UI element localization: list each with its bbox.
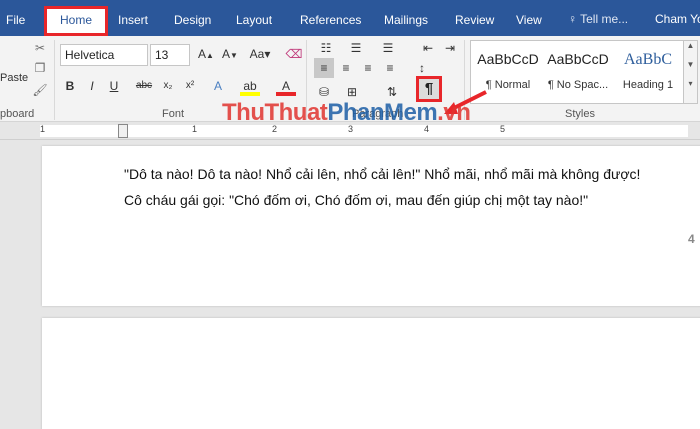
ruler-number: 4	[424, 124, 430, 134]
font-name-box[interactable]: Helvetica	[60, 44, 148, 66]
tell-me-search[interactable]: ♀ Tell me...	[568, 12, 628, 26]
ribbon-tab-bar: File Home Insert Design Layout Reference…	[0, 0, 700, 36]
tell-me-label: Tell me...	[580, 12, 629, 26]
page[interactable]	[42, 318, 700, 429]
increase-indent-icon[interactable]: ⇥	[440, 38, 460, 58]
style-preview: AaBbC	[624, 51, 672, 68]
cut-icon[interactable]: ✂	[30, 38, 50, 58]
style-name: ¶ No Spac...	[547, 79, 609, 91]
font-color-icon[interactable]: A	[276, 76, 296, 96]
clear-formatting-icon[interactable]: ⌫	[284, 44, 304, 64]
tab-insert[interactable]: Insert	[118, 0, 148, 36]
chevron-down-icon[interactable]: ▼	[684, 60, 697, 69]
page[interactable]: "Dô ta nào! Dô ta nào! Nhổ cải lên, nhổ …	[42, 146, 700, 306]
shrink-font-icon[interactable]: A▼	[220, 44, 240, 64]
styles-gallery-scroll[interactable]: ▲ ▼ ▾	[684, 40, 698, 104]
tab-home[interactable]: Home	[47, 6, 105, 36]
style-heading-1[interactable]: AaBbC Heading 1	[613, 45, 683, 99]
style-preview: AaBbCcD	[547, 51, 609, 67]
indent-marker[interactable]	[118, 124, 128, 138]
highlight-color-icon[interactable]: ab	[240, 76, 260, 96]
decrease-indent-icon[interactable]: ⇤	[418, 38, 438, 58]
ruler-number: 1	[40, 124, 46, 134]
tab-review[interactable]: Review	[455, 0, 494, 36]
more-icon[interactable]: ▾	[684, 79, 697, 88]
style-name: ¶ Normal	[485, 79, 531, 91]
style-preview: AaBbCcD	[477, 51, 539, 67]
paste-button[interactable]: Paste	[0, 72, 28, 84]
line-spacing-icon[interactable]: ↕	[412, 58, 432, 78]
change-case-icon[interactable]: Aa▾	[246, 44, 274, 64]
bullets-icon[interactable]: ☷	[316, 38, 336, 58]
group-label-font: Font	[162, 108, 185, 120]
align-center-icon[interactable]: ≡	[336, 58, 356, 78]
separator	[54, 40, 55, 120]
text-effects-icon[interactable]: A	[208, 76, 228, 96]
group-label-styles: Styles	[565, 108, 595, 120]
page-number: 4	[688, 232, 695, 246]
superscript-icon[interactable]: x²	[180, 76, 200, 96]
justify-icon[interactable]: ≡	[380, 58, 400, 78]
tab-mailings[interactable]: Mailings	[384, 0, 428, 36]
strikethrough-icon[interactable]: abc	[134, 76, 154, 96]
format-painter-icon[interactable]: 🖌	[30, 80, 50, 100]
styles-gallery: AaBbCcD ¶ Normal AaBbCcD ¶ No Spac... Aa…	[470, 40, 684, 104]
subscript-icon[interactable]: x₂	[158, 76, 178, 96]
ruler-track	[40, 125, 688, 137]
ruler-number: 5	[500, 124, 506, 134]
font-size-box[interactable]: 13	[150, 44, 190, 66]
style-normal[interactable]: AaBbCcD ¶ Normal	[473, 45, 543, 99]
horizontal-ruler[interactable]: 1 1 2 3 4 5	[0, 122, 700, 140]
underline-icon[interactable]: U	[104, 76, 124, 96]
tab-layout[interactable]: Layout	[236, 0, 272, 36]
align-left-icon[interactable]: ≡	[314, 58, 334, 78]
italic-icon[interactable]: I	[82, 76, 102, 96]
document-paragraph[interactable]: Cô cháu gái gọi: "Chó đốm ơi, Chó đốm ơi…	[124, 192, 588, 208]
document-area: "Dô ta nào! Dô ta nào! Nhổ cải lên, nhổ …	[0, 140, 700, 429]
tab-file[interactable]: File	[6, 0, 25, 36]
ruler-number: 3	[348, 124, 354, 134]
tab-design[interactable]: Design	[174, 0, 211, 36]
tab-view[interactable]: View	[516, 0, 542, 36]
numbering-icon[interactable]: ☰	[346, 38, 366, 58]
user-name[interactable]: Cham Yo	[655, 12, 700, 26]
document-paragraph[interactable]: "Dô ta nào! Dô ta nào! Nhổ cải lên, nhổ …	[124, 166, 640, 182]
align-right-icon[interactable]: ≡	[358, 58, 378, 78]
lightbulb-icon: ♀	[568, 12, 577, 26]
tab-references[interactable]: References	[300, 0, 361, 36]
copy-icon[interactable]: ❐	[30, 58, 50, 78]
word-window: { "tabs": [ {"label": "File"}, {"label":…	[0, 0, 700, 429]
chevron-up-icon[interactable]: ▲	[684, 41, 697, 50]
grow-font-icon[interactable]: A▲	[196, 44, 216, 64]
style-no-spacing[interactable]: AaBbCcD ¶ No Spac...	[543, 45, 613, 99]
ruler-number: 2	[272, 124, 278, 134]
bold-icon[interactable]: B	[60, 76, 80, 96]
multilevel-list-icon[interactable]: ☰	[378, 38, 398, 58]
style-name: Heading 1	[622, 79, 674, 91]
ruler-number: 1	[192, 124, 198, 134]
group-label-clipboard: pboard	[0, 108, 35, 120]
